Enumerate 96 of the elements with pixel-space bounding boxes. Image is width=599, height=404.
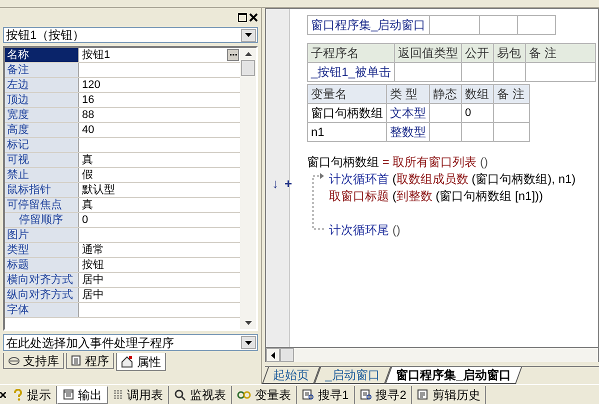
property-name[interactable]: 标题 — [5, 258, 79, 272]
dropdown-arrow-icon — [245, 33, 252, 37]
column-header: 备 注 — [494, 84, 530, 104]
panel-tab[interactable]: 属性 — [116, 353, 166, 371]
editor-tab[interactable]: 起始页 — [262, 367, 320, 384]
house-icon — [121, 356, 134, 368]
property-name[interactable]: 类型 — [5, 243, 79, 257]
property-value: 16 — [81, 92, 94, 108]
property-name[interactable]: 可停留焦点 — [5, 198, 79, 212]
code-line: 窗口句柄数组 = 取所有窗口列表 () — [307, 154, 488, 171]
code-line: 取窗口标题 (到整数 (窗口句柄数组 [n1])) — [329, 188, 544, 205]
table-cell: _按钮1_被单击 — [308, 62, 395, 82]
column-header: 公开 — [462, 44, 494, 62]
scroll-thumb[interactable] — [280, 348, 294, 362]
property-name[interactable]: 禁止 — [5, 168, 79, 182]
column-header: 子程序名 — [308, 44, 395, 62]
panel-tab[interactable]: 程序 — [66, 353, 114, 369]
glasses-icon — [237, 390, 251, 399]
editor-tab[interactable]: 窗口程序集_启动窗口 — [384, 367, 522, 384]
property-name[interactable]: 可视 — [5, 153, 79, 167]
property-name[interactable]: 图片 — [5, 228, 79, 242]
close-icon[interactable] — [0, 392, 6, 398]
window-icon — [63, 389, 74, 400]
scroll-left-button[interactable] — [266, 348, 280, 362]
property-value: 88 — [81, 108, 94, 123]
scrollbar[interactable] — [240, 48, 256, 329]
scroll-up-icon[interactable] — [244, 52, 252, 56]
bottom-tab[interactable]: 监视表 — [169, 386, 232, 404]
column-header: 类 型 — [386, 84, 430, 104]
property-value: 按钮1 — [81, 48, 110, 63]
column-header: 易包 — [494, 44, 526, 62]
find-icon — [302, 389, 314, 400]
code-line: 计次循环首 (取数组成员数 (窗口句柄数组), n1) — [329, 171, 576, 188]
column-header: 变量名 — [308, 84, 386, 104]
bottom-tab[interactable]: 变量表 — [232, 386, 297, 404]
column-header: 静态 — [430, 84, 462, 104]
assembly-name: 窗口程序集_启动窗口 — [308, 16, 430, 34]
grid-dots-icon — [113, 389, 123, 400]
search-icon — [174, 388, 186, 400]
question-icon — [13, 388, 23, 400]
property-name[interactable]: 高度 — [5, 123, 79, 137]
property-name[interactable]: 备注 — [5, 63, 79, 77]
scroll-left-icon[interactable] — [271, 352, 275, 358]
editor-tab[interactable]: _启动窗口 — [314, 367, 391, 384]
table-cell: 窗口句柄数组 — [308, 104, 386, 122]
code-line: 计次循环尾 () — [329, 222, 400, 239]
document-icon — [71, 355, 82, 366]
document-icon — [417, 389, 428, 400]
property-name[interactable]: 左边 — [5, 78, 79, 92]
property-value: 0 — [81, 212, 88, 228]
property-name[interactable]: 字体 — [5, 303, 79, 317]
ellipsis-button[interactable] — [227, 49, 239, 61]
dropdown-button[interactable] — [241, 336, 256, 349]
gutter-mark[interactable]: + — [284, 174, 292, 194]
gutter-mark[interactable]: ↓ — [272, 174, 278, 194]
panel-tab[interactable]: 支持库 — [3, 353, 64, 369]
dropdown-arrow-icon — [245, 340, 252, 344]
property-name[interactable]: 横向对齐方式 — [5, 273, 79, 287]
property-name[interactable]: 停留顺序 — [5, 213, 79, 227]
scroll-down-icon[interactable] — [244, 321, 252, 325]
dropdown-button[interactable] — [241, 28, 256, 42]
property-value: 40 — [81, 122, 94, 138]
close-icon[interactable] — [249, 12, 258, 22]
property-value: 居中 — [81, 288, 104, 303]
property-name[interactable]: 宽度 — [5, 108, 79, 122]
find-icon — [360, 389, 372, 400]
bottom-tab[interactable]: 搜寻2 — [354, 386, 412, 404]
bottom-tab[interactable]: 输出 — [57, 386, 108, 404]
property-name[interactable]: 名称 — [5, 48, 79, 62]
property-value: 真 — [81, 198, 93, 213]
table-cell: n1 — [308, 122, 386, 142]
property-value: 居中 — [81, 272, 104, 288]
object-dropdown[interactable]: 按钮1（按钮） — [3, 27, 258, 43]
scroll-thumb[interactable] — [241, 60, 255, 76]
loop-bracket-drawing — [311, 172, 325, 232]
property-name[interactable]: 标记 — [5, 138, 79, 152]
property-value: 通常 — [81, 242, 104, 258]
property-value: 假 — [81, 168, 93, 183]
table-cell: 文本型 — [386, 104, 430, 122]
bottom-tab[interactable]: 剪辑历史 — [412, 386, 486, 404]
column-header: 返回值类型 — [394, 44, 462, 62]
table-cell: 整数型 — [386, 122, 430, 142]
column-header: 备 注 — [526, 44, 596, 62]
property-value: 真 — [81, 152, 93, 168]
column-header: 数组 — [462, 84, 494, 104]
bottom-tab[interactable]: 搜寻1 — [297, 386, 355, 404]
property-name[interactable]: 纵向对齐方式 — [5, 288, 79, 302]
event-dropdown[interactable]: 在此处选择加入事件处理子程序 — [3, 334, 258, 351]
property-value: 120 — [81, 78, 100, 93]
restore-icon[interactable] — [238, 12, 247, 22]
bottom-tab[interactable]: 调用表 — [108, 386, 169, 404]
property-name[interactable]: 顶边 — [5, 93, 79, 107]
property-name[interactable]: 鼠标指针 — [5, 183, 79, 197]
property-value: 按钮 — [81, 258, 104, 273]
property-value: 默认型 — [81, 182, 115, 198]
table-cell: 0 — [462, 104, 494, 122]
